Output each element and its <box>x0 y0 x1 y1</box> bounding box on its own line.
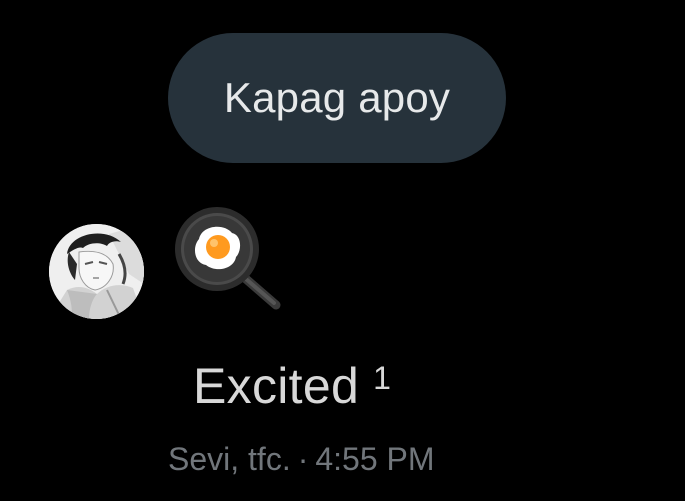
cooking-icon <box>175 207 281 310</box>
reaction-count: 1 <box>373 360 391 396</box>
message-meta: Sevi, tfc. · 4:55 PM <box>168 440 435 478</box>
message-timestamp: 4:55 PM <box>315 441 435 477</box>
dm-conversation-screen: Kapag apoy Excited 1 Sevi, tfc. · 4:55 P… <box>0 0 685 501</box>
reaction-label: Excited <box>193 358 360 414</box>
avatar[interactable] <box>49 224 144 319</box>
sender-name: Sevi, tfc. <box>168 441 291 477</box>
emoji-message[interactable] <box>172 205 282 310</box>
reaction-summary[interactable]: Excited 1 <box>193 358 391 414</box>
sent-message-bubble[interactable]: Kapag apoy <box>168 33 506 163</box>
avatar-image <box>49 224 144 319</box>
sent-message-text: Kapag apoy <box>223 74 451 121</box>
meta-separator: · <box>297 441 309 477</box>
